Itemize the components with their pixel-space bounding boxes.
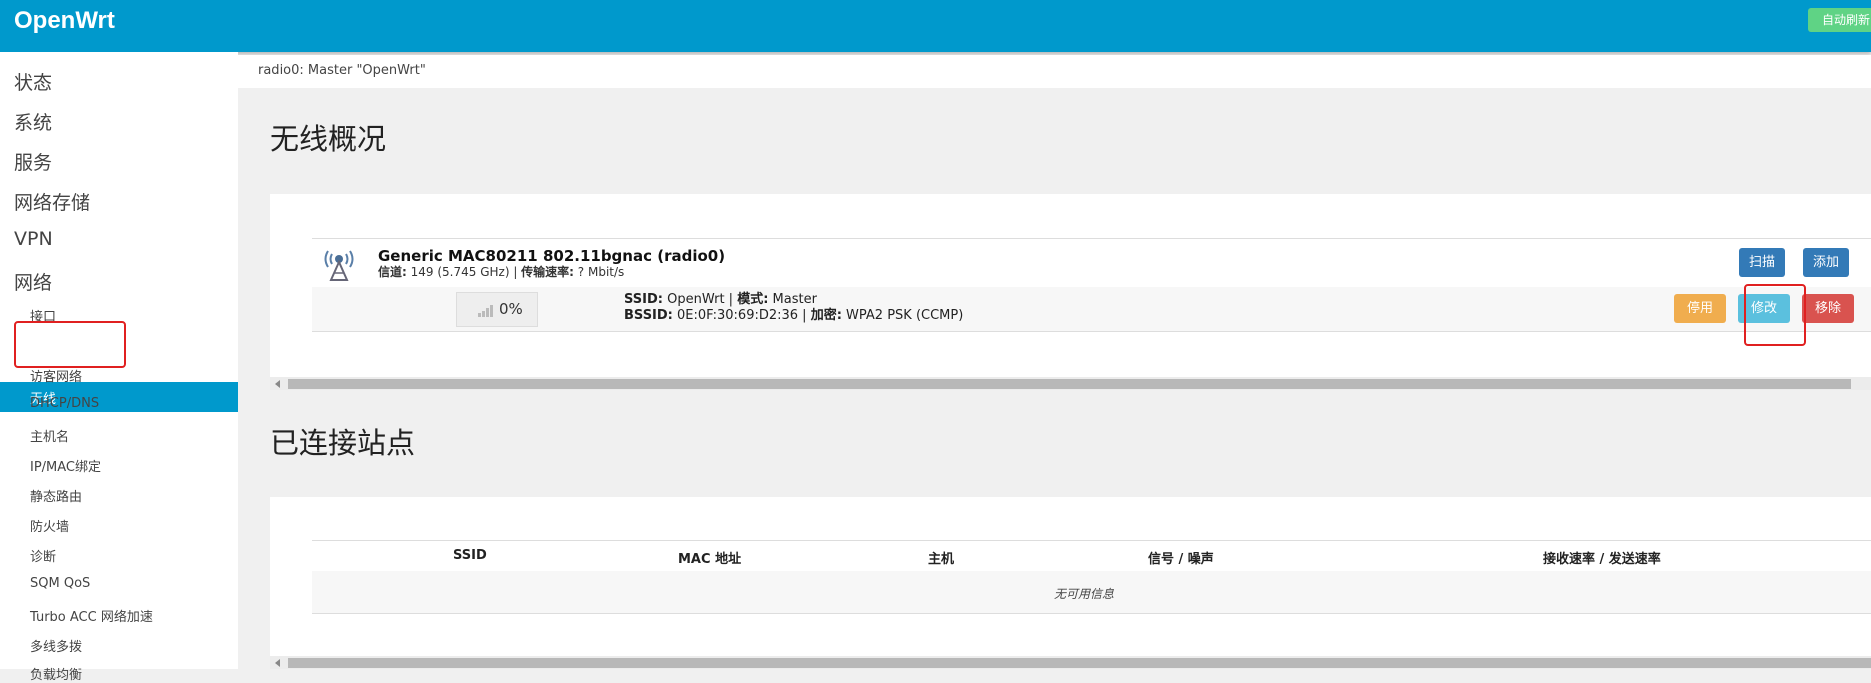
sidebar-item-guest-network[interactable]: 访客网络 [30,366,82,385]
sidebar-item-network[interactable]: 网络 [14,268,52,295]
radio-device-details: 信道: 149 (5.745 GHz) | 传输速率: ? Mbit/s [378,263,624,280]
channel-value: 149 (5.745 GHz) | [406,265,522,279]
sidebar-item-turbo-acc[interactable]: Turbo ACC 网络加速 [30,606,153,625]
sidebar-item-dhcp-dns[interactable]: DHCP/DNS [30,396,99,411]
sidebar-item-firewall[interactable]: 防火墙 [30,516,69,535]
wireless-antenna-icon [324,250,354,281]
wireless-network-row: 0% SSID: OpenWrt | 模式: Master BSSID: 0E:… [312,287,1871,332]
mode-label: 模式: [737,292,769,307]
signal-bars-icon [478,305,493,317]
ssid-value: OpenWrt | [662,292,738,307]
encryption-label: 加密: [810,308,842,323]
column-header-host: 主机 [928,552,955,567]
signal-strength: 0% [456,292,538,327]
network-info: SSID: OpenWrt | 模式: Master BSSID: 0E:0F:… [624,292,963,324]
stations-table-empty-row: 无可用信息 [312,571,1871,614]
sidebar-item-sqm-qos[interactable]: SQM QoS [30,576,90,591]
empty-message: 无可用信息 [1054,587,1115,601]
rate-label: 传输速率: [521,265,574,279]
disable-button[interactable]: 停用 [1674,294,1726,323]
add-button[interactable]: 添加 [1803,248,1849,277]
top-header: OpenWrt 自动刷新 [0,0,1871,52]
sidebar-item-vpn[interactable]: VPN [14,228,53,250]
annotation-highlight-edit [1744,284,1806,346]
scrollbar-thumb[interactable] [288,658,1871,668]
scroll-left-arrow-icon[interactable] [275,380,281,388]
sidebar-item-diagnostics[interactable]: 诊断 [30,546,56,565]
radio-device-row: Generic MAC80211 802.11bgnac (radio0) 信道… [312,238,1871,288]
breadcrumb: radio0: Master "OpenWrt" [258,63,426,78]
signal-percent: 0% [499,300,523,318]
scroll-left-arrow-icon[interactable] [275,659,281,667]
bssid-value: 0E:0F:30:69:D2:36 | [672,308,811,323]
column-header-ssid: SSID [453,548,487,563]
sidebar-item-nas[interactable]: 网络存储 [14,188,90,215]
sidebar-item-system[interactable]: 系统 [14,108,52,135]
ssid-label: SSID: [624,292,663,307]
mode-value: Master [768,292,817,307]
rate-value: ? Mbit/s [573,265,625,279]
sidebar-item-services[interactable]: 服务 [14,148,52,175]
brand-logo[interactable]: OpenWrt [14,7,115,35]
remove-button[interactable]: 移除 [1802,294,1854,323]
sidebar-item-hostnames[interactable]: 主机名 [30,426,69,445]
auto-refresh-button[interactable]: 自动刷新 [1808,8,1871,32]
scrollbar-thumb[interactable] [288,379,1851,389]
column-header-rx-tx-rate: 接收速率 / 发送速率 [1543,552,1661,567]
horizontal-scrollbar-stations[interactable] [270,656,1871,669]
sidebar-item-ip-mac-binding[interactable]: IP/MAC绑定 [30,456,101,475]
horizontal-scrollbar[interactable] [270,377,1871,390]
breadcrumb-bar: radio0: Master "OpenWrt" [238,55,1871,88]
sidebar-item-static-routes[interactable]: 静态路由 [30,486,82,505]
page-title: 无线概况 [270,122,387,156]
sidebar-item-status[interactable]: 状态 [14,68,52,95]
bssid-label: BSSID: [624,308,673,323]
sidebar-item-load-balance[interactable]: 负载均衡 [30,664,82,683]
stations-table-header: SSID MAC 地址 主机 信号 / 噪声 接收速率 / 发送速率 [312,540,1871,572]
encryption-value: WPA2 PSK (CCMP) [841,308,964,323]
annotation-highlight-wireless [14,321,126,368]
channel-label: 信道: [378,265,407,279]
section-title-stations: 已连接站点 [270,426,416,460]
column-header-mac: MAC 地址 [678,552,742,567]
column-header-signal-noise: 信号 / 噪声 [1148,552,1214,567]
scan-button[interactable]: 扫描 [1739,248,1785,277]
sidebar-item-multiwan[interactable]: 多线多拨 [30,636,82,655]
